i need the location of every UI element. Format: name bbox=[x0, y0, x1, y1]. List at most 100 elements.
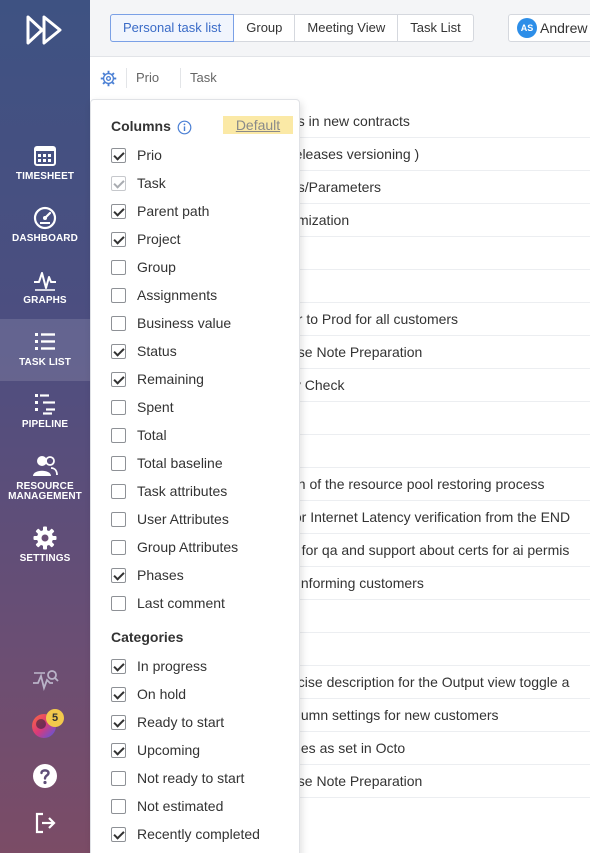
column-checkbox[interactable] bbox=[111, 231, 126, 247]
column-checkbox[interactable] bbox=[111, 287, 126, 303]
column-settings-gear-icon[interactable] bbox=[100, 70, 117, 87]
column-option-phases[interactable]: Phases bbox=[111, 565, 184, 585]
column-option-label: Phases bbox=[137, 567, 184, 583]
column-option-group[interactable]: Group bbox=[111, 257, 176, 277]
column-option-total-baseline[interactable]: Total baseline bbox=[111, 453, 223, 473]
category-option-ready-to-start[interactable]: Ready to start bbox=[111, 712, 224, 732]
category-checkbox[interactable] bbox=[111, 798, 126, 814]
task-name: es in new contracts bbox=[290, 113, 410, 129]
people-icon bbox=[33, 456, 58, 476]
column-option-label: Prio bbox=[137, 147, 162, 163]
category-option-recently-completed[interactable]: Recently completed bbox=[111, 824, 260, 844]
category-checkbox[interactable] bbox=[111, 742, 126, 758]
category-checkbox[interactable] bbox=[111, 686, 126, 702]
category-option-in-progress[interactable]: In progress bbox=[111, 656, 207, 676]
column-checkbox[interactable] bbox=[111, 427, 126, 443]
column-option-label: Parent path bbox=[137, 203, 210, 219]
category-checkbox[interactable] bbox=[111, 658, 126, 674]
category-checkbox[interactable] bbox=[111, 770, 126, 786]
help-icon[interactable] bbox=[32, 763, 58, 789]
category-option-label: Ready to start bbox=[137, 714, 225, 730]
column-option-label: Last comment bbox=[137, 595, 225, 611]
column-header-task[interactable]: Task bbox=[190, 70, 217, 85]
column-option-label: Total bbox=[137, 427, 167, 443]
column-checkbox[interactable] bbox=[111, 399, 126, 415]
column-checkbox[interactable] bbox=[111, 511, 126, 527]
task-name: er to Prod for all customers bbox=[290, 311, 459, 327]
column-option-business-value[interactable]: Business value bbox=[111, 313, 231, 333]
column-option-parent-path[interactable]: Parent path bbox=[111, 201, 209, 221]
logout-icon[interactable] bbox=[34, 812, 56, 834]
column-checkbox[interactable] bbox=[111, 455, 126, 471]
tab-group[interactable]: Group bbox=[234, 15, 296, 41]
column-checkbox[interactable] bbox=[111, 371, 126, 387]
column-option-remaining[interactable]: Remaining bbox=[111, 369, 204, 389]
task-name: releases versioning ) bbox=[290, 146, 420, 162]
category-checkbox[interactable] bbox=[111, 826, 126, 842]
column-option-label: Task bbox=[137, 175, 166, 191]
column-option-user-attributes[interactable]: User Attributes bbox=[111, 509, 229, 529]
category-option-label: In progress bbox=[137, 658, 208, 674]
column-option-label: Group Attributes bbox=[137, 539, 239, 555]
column-option-task-attributes[interactable]: Task attributes bbox=[111, 481, 227, 501]
sidebar-item-label: TASK LIST bbox=[19, 357, 71, 368]
sidebar-item-settings[interactable]: SETTINGS bbox=[0, 515, 90, 577]
sidebar-item-label: GRAPHS bbox=[23, 295, 67, 306]
column-checkbox[interactable] bbox=[111, 315, 126, 331]
column-option-assignments[interactable]: Assignments bbox=[111, 285, 217, 305]
sidebar-item-dashboard[interactable]: DASHBOARD bbox=[0, 195, 90, 257]
column-checkbox[interactable] bbox=[111, 483, 126, 499]
column-option-total[interactable]: Total bbox=[111, 425, 167, 445]
task-name: olumn settings for new customers bbox=[290, 707, 499, 723]
app-logo-icon[interactable] bbox=[25, 14, 65, 46]
sidebar-item-label: DASHBOARD bbox=[12, 233, 78, 244]
tab-meeting-view[interactable]: Meeting View bbox=[295, 15, 399, 41]
category-option-on-hold[interactable]: On hold bbox=[111, 684, 186, 704]
categories-section-title: Categories bbox=[111, 629, 184, 645]
column-divider bbox=[180, 68, 181, 88]
column-option-last-comment[interactable]: Last comment bbox=[111, 593, 225, 613]
sidebar-item-resource-management[interactable]: RESOURCE MANAGEMENT bbox=[0, 443, 90, 507]
column-divider bbox=[126, 68, 127, 88]
sidebar-item-label: MANAGEMENT bbox=[8, 491, 82, 502]
column-option-group-attributes[interactable]: Group Attributes bbox=[111, 537, 238, 557]
user-selector[interactable]: AS Andrew bbox=[508, 14, 590, 42]
sidebar-item-label: TIMESHEET bbox=[15, 171, 75, 182]
column-option-project[interactable]: Project bbox=[111, 229, 181, 249]
reset-default-link[interactable]: Default bbox=[223, 116, 293, 134]
sidebar-item-timesheet[interactable]: TIMESHEET bbox=[0, 133, 90, 195]
activity-search-icon[interactable] bbox=[31, 666, 59, 694]
category-option-upcoming[interactable]: Upcoming bbox=[111, 740, 200, 760]
column-option-label: Business value bbox=[137, 315, 232, 331]
avatar: AS bbox=[517, 18, 537, 38]
column-checkbox bbox=[111, 175, 126, 191]
column-checkbox[interactable] bbox=[111, 343, 126, 359]
column-option-prio[interactable]: Prio bbox=[111, 145, 162, 165]
category-option-not-estimated[interactable]: Not estimated bbox=[111, 796, 223, 816]
sidebar-item-pipeline[interactable]: PIPELINE bbox=[0, 381, 90, 443]
sidebar-item-graphs[interactable]: GRAPHS bbox=[0, 257, 90, 319]
column-option-status[interactable]: Status bbox=[111, 341, 177, 361]
column-option-spent[interactable]: Spent bbox=[111, 397, 174, 417]
view-tabs: Personal task list Group Meeting View Ta… bbox=[110, 14, 474, 42]
category-option-label: Upcoming bbox=[137, 742, 201, 758]
column-checkbox[interactable] bbox=[111, 259, 126, 275]
column-header-prio[interactable]: Prio bbox=[136, 70, 159, 85]
category-option-not-ready-to-start[interactable]: Not ready to start bbox=[111, 768, 244, 788]
category-checkbox[interactable] bbox=[111, 714, 126, 730]
column-checkbox[interactable] bbox=[111, 595, 126, 611]
user-name: Andrew bbox=[540, 20, 588, 36]
list-icon bbox=[35, 333, 55, 350]
table-header: Prio Task bbox=[90, 58, 590, 98]
column-option-label: Task attributes bbox=[137, 483, 228, 499]
column-checkbox[interactable] bbox=[111, 567, 126, 583]
sidebar-item-task-list[interactable]: TASK LIST bbox=[0, 319, 90, 381]
info-icon[interactable] bbox=[177, 120, 192, 135]
tab-personal-task-list[interactable]: Personal task list bbox=[110, 14, 235, 42]
tab-task-list[interactable]: Task List bbox=[398, 15, 473, 41]
sidebar: TIMESHEET DASHBOARD GRAPHS TASK LIST PIP… bbox=[0, 0, 90, 853]
column-checkbox[interactable] bbox=[111, 539, 126, 555]
task-name: n for qa and support about certs for ai … bbox=[290, 542, 570, 558]
column-checkbox[interactable] bbox=[111, 203, 126, 219]
column-checkbox[interactable] bbox=[111, 147, 126, 163]
